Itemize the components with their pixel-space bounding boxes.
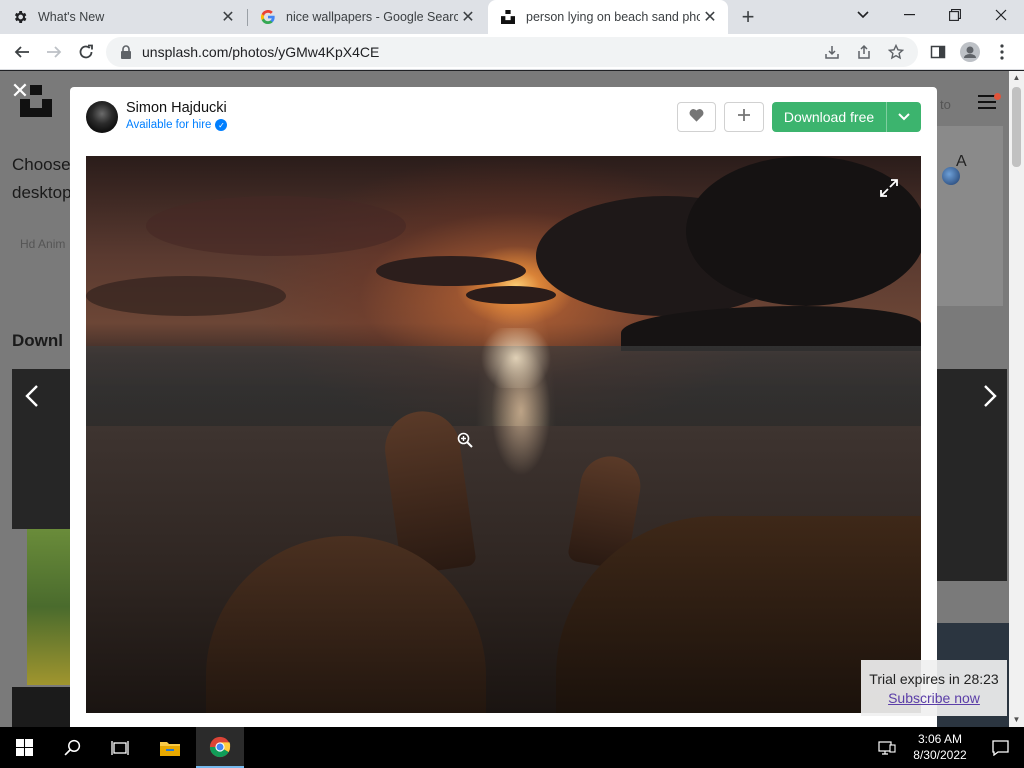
back-button[interactable] xyxy=(8,38,36,66)
tab-title: nice wallpapers - Google Search xyxy=(286,10,458,24)
tab-unsplash-photo[interactable]: person lying on beach sand phot ✕ xyxy=(488,0,728,34)
subscribe-link[interactable]: Subscribe now xyxy=(861,690,1007,706)
tab-google-search[interactable]: nice wallpapers - Google Search ✕ xyxy=(248,0,486,34)
share-icon[interactable] xyxy=(854,42,874,62)
photo-modal: Simon Hajducki Available for hire ✓ Down… xyxy=(70,87,937,727)
taskbar: 3:06 AM 8/30/2022 xyxy=(0,727,1024,768)
windows-start-icon[interactable] xyxy=(0,727,48,768)
clock-time: 3:06 AM xyxy=(917,732,963,746)
unsplash-icon xyxy=(500,9,516,25)
tab-whats-new[interactable]: What's New ✕ xyxy=(0,0,246,34)
main-photo[interactable] xyxy=(86,156,921,713)
page-intro-text-2: desktop xyxy=(12,183,72,202)
scroll-thumb[interactable] xyxy=(1012,87,1021,167)
header-partial-text: to xyxy=(940,97,951,112)
tab-strip: What's New ✕ nice wallpapers - Google Se… xyxy=(0,0,1024,34)
close-icon[interactable]: ✕ xyxy=(218,7,238,27)
hire-status[interactable]: Available for hire ✓ xyxy=(126,119,228,131)
download-heading: Downl xyxy=(12,331,63,350)
minimize-button[interactable] xyxy=(886,0,932,30)
task-view-icon[interactable] xyxy=(96,727,144,768)
file-explorer-icon[interactable] xyxy=(146,727,194,768)
notification-center-icon[interactable] xyxy=(976,727,1024,768)
heart-icon xyxy=(689,108,704,127)
more-menu-icon[interactable] xyxy=(990,40,1014,64)
search-icon[interactable] xyxy=(48,727,96,768)
close-icon[interactable]: ✕ xyxy=(700,7,720,27)
like-button[interactable] xyxy=(677,102,716,132)
translate-icon[interactable]: A xyxy=(956,153,967,171)
scroll-up-icon[interactable]: ▲ xyxy=(1009,71,1024,85)
browser-toolbar: unsplash.com/photos/yGMw4KpX4CE xyxy=(0,34,1024,70)
author-name[interactable]: Simon Hajducki xyxy=(126,100,227,116)
install-app-icon[interactable] xyxy=(822,42,842,62)
close-icon[interactable]: ✕ xyxy=(458,7,478,27)
trial-banner: Trial expires in 28:23 Subscribe now xyxy=(861,660,1007,716)
clock-date: 8/30/2022 xyxy=(913,748,967,762)
tab-title: What's New xyxy=(38,10,105,24)
close-modal-icon[interactable]: ✕ xyxy=(10,80,30,102)
hire-status-text: Available for hire xyxy=(126,119,212,131)
verified-check-icon: ✓ xyxy=(215,119,228,131)
next-photo-icon[interactable] xyxy=(978,383,1002,415)
trial-text: Trial expires in 28:23 xyxy=(869,671,999,687)
side-card xyxy=(937,126,1003,306)
forward-button[interactable] xyxy=(40,38,68,66)
restore-button[interactable] xyxy=(932,0,978,30)
expand-icon[interactable] xyxy=(879,178,899,198)
address-bar[interactable]: unsplash.com/photos/yGMw4KpX4CE xyxy=(106,37,918,67)
profile-icon[interactable] xyxy=(958,40,982,64)
tab-title: person lying on beach sand phot xyxy=(526,10,700,24)
lock-icon xyxy=(120,45,132,59)
thumbnail-image[interactable] xyxy=(27,529,70,685)
chrome-taskbar-icon[interactable] xyxy=(196,727,244,768)
download-label[interactable]: Download free xyxy=(772,102,886,132)
bookmark-star-icon[interactable] xyxy=(886,42,906,62)
new-tab-button[interactable]: + xyxy=(736,4,760,29)
close-window-button[interactable] xyxy=(978,0,1024,30)
download-free-button[interactable]: Download free xyxy=(772,102,921,132)
notification-dot xyxy=(994,93,1001,100)
search-chip[interactable]: Hd Anim xyxy=(20,237,65,251)
system-clock[interactable]: 3:06 AM 8/30/2022 xyxy=(906,731,974,763)
network-icon[interactable] xyxy=(872,727,902,768)
gear-icon xyxy=(12,9,28,25)
scroll-down-icon[interactable]: ▼ xyxy=(1009,713,1024,727)
tab-search-button[interactable] xyxy=(840,0,886,30)
page-intro-text: Choose xyxy=(12,155,71,174)
reload-button[interactable] xyxy=(72,38,100,66)
chevron-down-icon[interactable] xyxy=(887,102,921,132)
side-panel-icon[interactable] xyxy=(926,40,950,64)
plus-icon xyxy=(737,108,751,127)
google-icon xyxy=(260,9,276,25)
url-text: unsplash.com/photos/yGMw4KpX4CE xyxy=(142,44,380,60)
zoom-in-cursor-icon xyxy=(457,432,473,448)
page-scrollbar[interactable]: ▲ ▼ xyxy=(1009,71,1024,727)
add-to-collection-button[interactable] xyxy=(724,102,764,132)
author-avatar[interactable] xyxy=(86,101,118,133)
thumbnail-image[interactable] xyxy=(12,687,70,727)
previous-photo-icon[interactable] xyxy=(20,383,44,415)
